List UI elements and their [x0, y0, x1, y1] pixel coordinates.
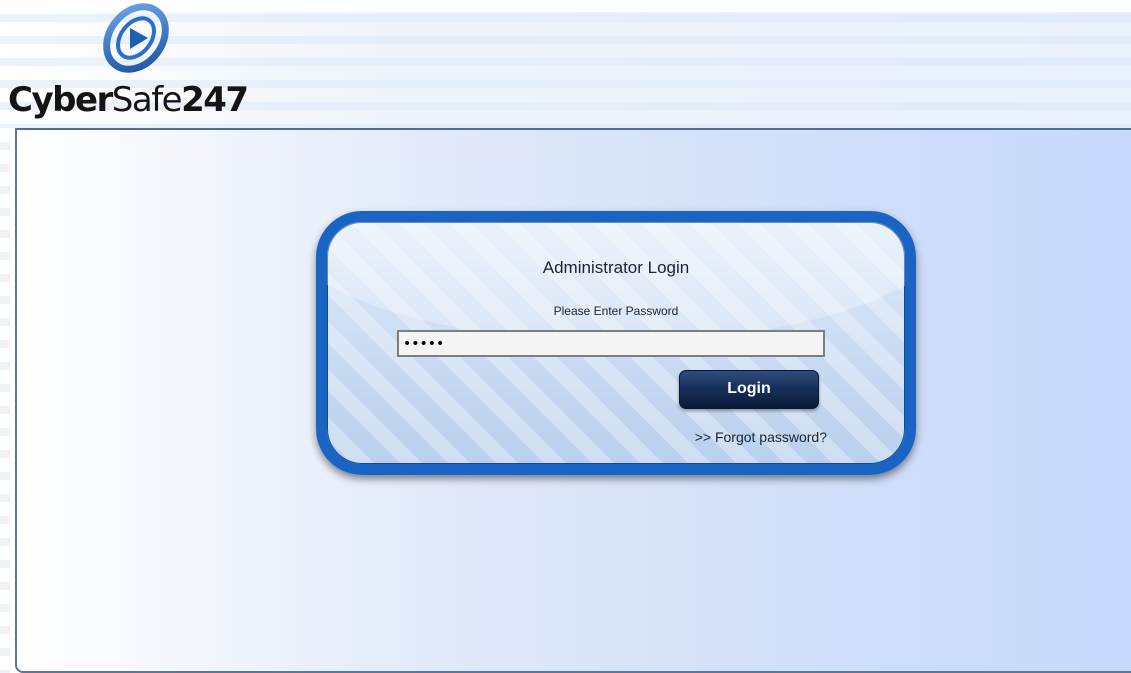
logo-wordmark: CyberSafe247 — [8, 80, 249, 120]
cybersafe-logo-icon — [103, 3, 169, 73]
logo-text-safe: Safe — [111, 80, 183, 120]
logo-text-247: 247 — [181, 80, 249, 120]
login-title: Administrator Login — [542, 258, 690, 277]
logo-text-cyber: Cyber — [8, 80, 113, 120]
forgot-password-link[interactable]: >> Forgot password? — [667, 429, 827, 445]
login-button[interactable]: Login — [679, 370, 819, 409]
header: CyberSafe247 — [0, 0, 1131, 128]
password-prompt: Please Enter Password — [553, 304, 679, 318]
left-edge-stripes — [0, 128, 10, 673]
page: CyberSafe247 Administrator Login Please … — [0, 0, 1131, 673]
login-card: Administrator Login Please Enter Passwor… — [316, 211, 916, 475]
password-input[interactable] — [397, 330, 825, 357]
logo: CyberSafe247 — [8, 2, 249, 122]
